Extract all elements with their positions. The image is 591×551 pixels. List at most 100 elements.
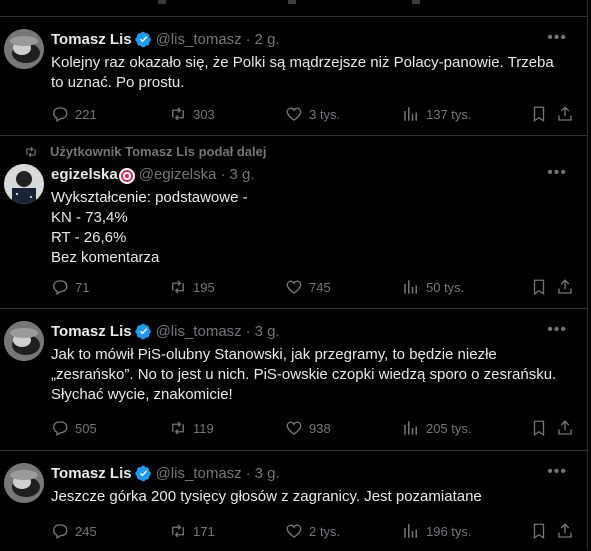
reply-icon: [53, 107, 68, 122]
target-emoji-icon: [118, 167, 135, 184]
share-button[interactable]: [556, 105, 580, 123]
tweet[interactable]: Użytkownik Tomasz Lis podał dalej egizel…: [0, 136, 587, 309]
tweet-text: Jak to mówił PiS-olubny Stanowski, jak p…: [51, 345, 571, 405]
repost-button[interactable]: 119: [169, 419, 214, 437]
views-count: 137 tys.: [426, 106, 472, 122]
bookmark-icon: [533, 106, 545, 123]
more-icon[interactable]: •••: [547, 463, 567, 481]
bookmark-button[interactable]: [530, 105, 554, 123]
author-name[interactable]: Tomasz Lis: [51, 465, 132, 482]
repost-button[interactable]: 303: [169, 105, 215, 123]
views-button[interactable]: 205 tys.: [402, 419, 472, 437]
avatar[interactable]: [4, 164, 44, 204]
reply-icon: [53, 280, 68, 295]
avatar[interactable]: [4, 463, 44, 503]
tweet-text-line: Jak to mówił PiS-olubny Stanowski, jak p…: [51, 346, 497, 363]
tweet-actions: 71 195 745 50 tys.: [51, 278, 572, 298]
bookmark-button[interactable]: [530, 419, 554, 437]
like-button[interactable]: 3 tys.: [285, 105, 340, 123]
share-button[interactable]: [556, 278, 580, 296]
author-name[interactable]: Tomasz Lis: [51, 323, 132, 340]
tweet[interactable]: Tomasz Lis @lis_tomasz · 3 g. ••• Jak to…: [0, 309, 587, 451]
reply-count: 221: [75, 106, 97, 122]
tweet-text: Kolejny raz okazało się, że Polki są mąd…: [51, 53, 571, 93]
share-button[interactable]: [556, 522, 580, 540]
timeline: Tomasz Lis @lis_tomasz · 2 g. ••• Kolejn…: [0, 0, 588, 549]
author-handle[interactable]: @lis_tomasz: [156, 465, 242, 482]
like-button[interactable]: 938: [285, 419, 331, 437]
views-count: 205 tys.: [426, 420, 472, 436]
author-handle[interactable]: @lis_tomasz: [156, 31, 242, 48]
previous-tweet-edge: [0, 0, 587, 17]
views-icon: [404, 280, 417, 294]
bookmark-button[interactable]: [530, 522, 554, 540]
timestamp[interactable]: 2 g.: [255, 31, 280, 48]
repost-count: 195: [193, 279, 215, 295]
more-icon[interactable]: •••: [547, 321, 567, 339]
repost-button[interactable]: 195: [169, 278, 215, 296]
views-button[interactable]: 137 tys.: [402, 105, 472, 123]
heart-icon: [286, 421, 302, 435]
tweet-text-line: Jeszcze górka 200 tysięcy głosów z zagra…: [51, 488, 482, 505]
like-button[interactable]: 745: [285, 278, 331, 296]
timestamp[interactable]: 3 g.: [255, 465, 280, 482]
separator: ·: [245, 465, 251, 482]
bookmark-icon: [533, 523, 545, 540]
author-name[interactable]: egizelska: [51, 166, 118, 183]
repost-count: 119: [193, 420, 214, 436]
author-handle[interactable]: @lis_tomasz: [156, 323, 242, 340]
tweet-text-line: Wykształcenie: podstawowe -: [51, 189, 248, 206]
tweet-text-line: Kolejny raz okazało się, że Polki są mąd…: [51, 54, 554, 71]
more-icon[interactable]: •••: [547, 29, 567, 47]
reply-button[interactable]: 245: [51, 522, 97, 540]
repost-button[interactable]: 171: [169, 522, 215, 540]
views-icon: [404, 421, 417, 435]
reply-count: 71: [75, 279, 90, 295]
separator: ·: [245, 31, 251, 48]
reply-button[interactable]: 221: [51, 105, 97, 123]
tweet-text: Wykształcenie: podstawowe - KN - 73,4% R…: [51, 188, 571, 268]
repost-count: 303: [193, 106, 215, 122]
tweet-text-line: „zesrańsko”. No to jest u nich. PiS-owsk…: [51, 366, 557, 383]
avatar[interactable]: [4, 321, 44, 361]
heart-icon: [286, 107, 302, 121]
author-name[interactable]: Tomasz Lis: [51, 31, 132, 48]
reply-count: 505: [75, 420, 97, 436]
reply-button[interactable]: 505: [51, 419, 97, 437]
views-icon: [404, 107, 417, 121]
separator: ·: [245, 323, 251, 340]
repost-notice-text: Użytkownik Tomasz Lis podał dalej: [50, 144, 267, 159]
repost-icon: [172, 524, 184, 538]
share-button[interactable]: [556, 419, 580, 437]
reply-button[interactable]: 71: [51, 278, 89, 296]
like-count: 3 tys.: [309, 106, 341, 122]
like-count: 2 tys.: [309, 523, 341, 539]
verified-badge-icon: [134, 465, 151, 482]
views-button[interactable]: 50 tys.: [402, 278, 464, 296]
tweet-text-line: KN - 73,4%: [51, 209, 128, 226]
repost-count: 171: [193, 523, 215, 539]
repost-notice[interactable]: Użytkownik Tomasz Lis podał dalej: [24, 144, 266, 159]
views-count: 196 tys.: [426, 523, 472, 539]
heart-icon: [286, 524, 302, 538]
more-icon[interactable]: •••: [547, 164, 567, 182]
timestamp[interactable]: 3 g.: [229, 166, 254, 183]
reply-count: 245: [75, 523, 97, 539]
repost-icon: [172, 107, 184, 121]
avatar[interactable]: [4, 29, 44, 69]
tweet-actions: 221 303 3 tys. 137 tys.: [51, 105, 572, 125]
reply-icon: [53, 524, 68, 539]
views-button[interactable]: 196 tys.: [402, 522, 472, 540]
share-icon: [558, 420, 572, 435]
tweet-text-line: Słychać wycie, znakomicie!: [51, 386, 233, 403]
bookmark-icon: [533, 279, 545, 296]
bookmark-button[interactable]: [530, 278, 554, 296]
author-handle[interactable]: @egizelska: [139, 166, 217, 183]
tweet[interactable]: Tomasz Lis @lis_tomasz · 2 g. ••• Kolejn…: [0, 17, 587, 136]
timestamp[interactable]: 3 g.: [255, 323, 280, 340]
verified-badge-icon: [134, 31, 151, 48]
like-button[interactable]: 2 tys.: [285, 522, 340, 540]
repost-icon: [172, 421, 184, 435]
tweet[interactable]: Tomasz Lis @lis_tomasz · 3 g. ••• Jeszcz…: [0, 451, 587, 551]
share-icon: [558, 106, 572, 121]
